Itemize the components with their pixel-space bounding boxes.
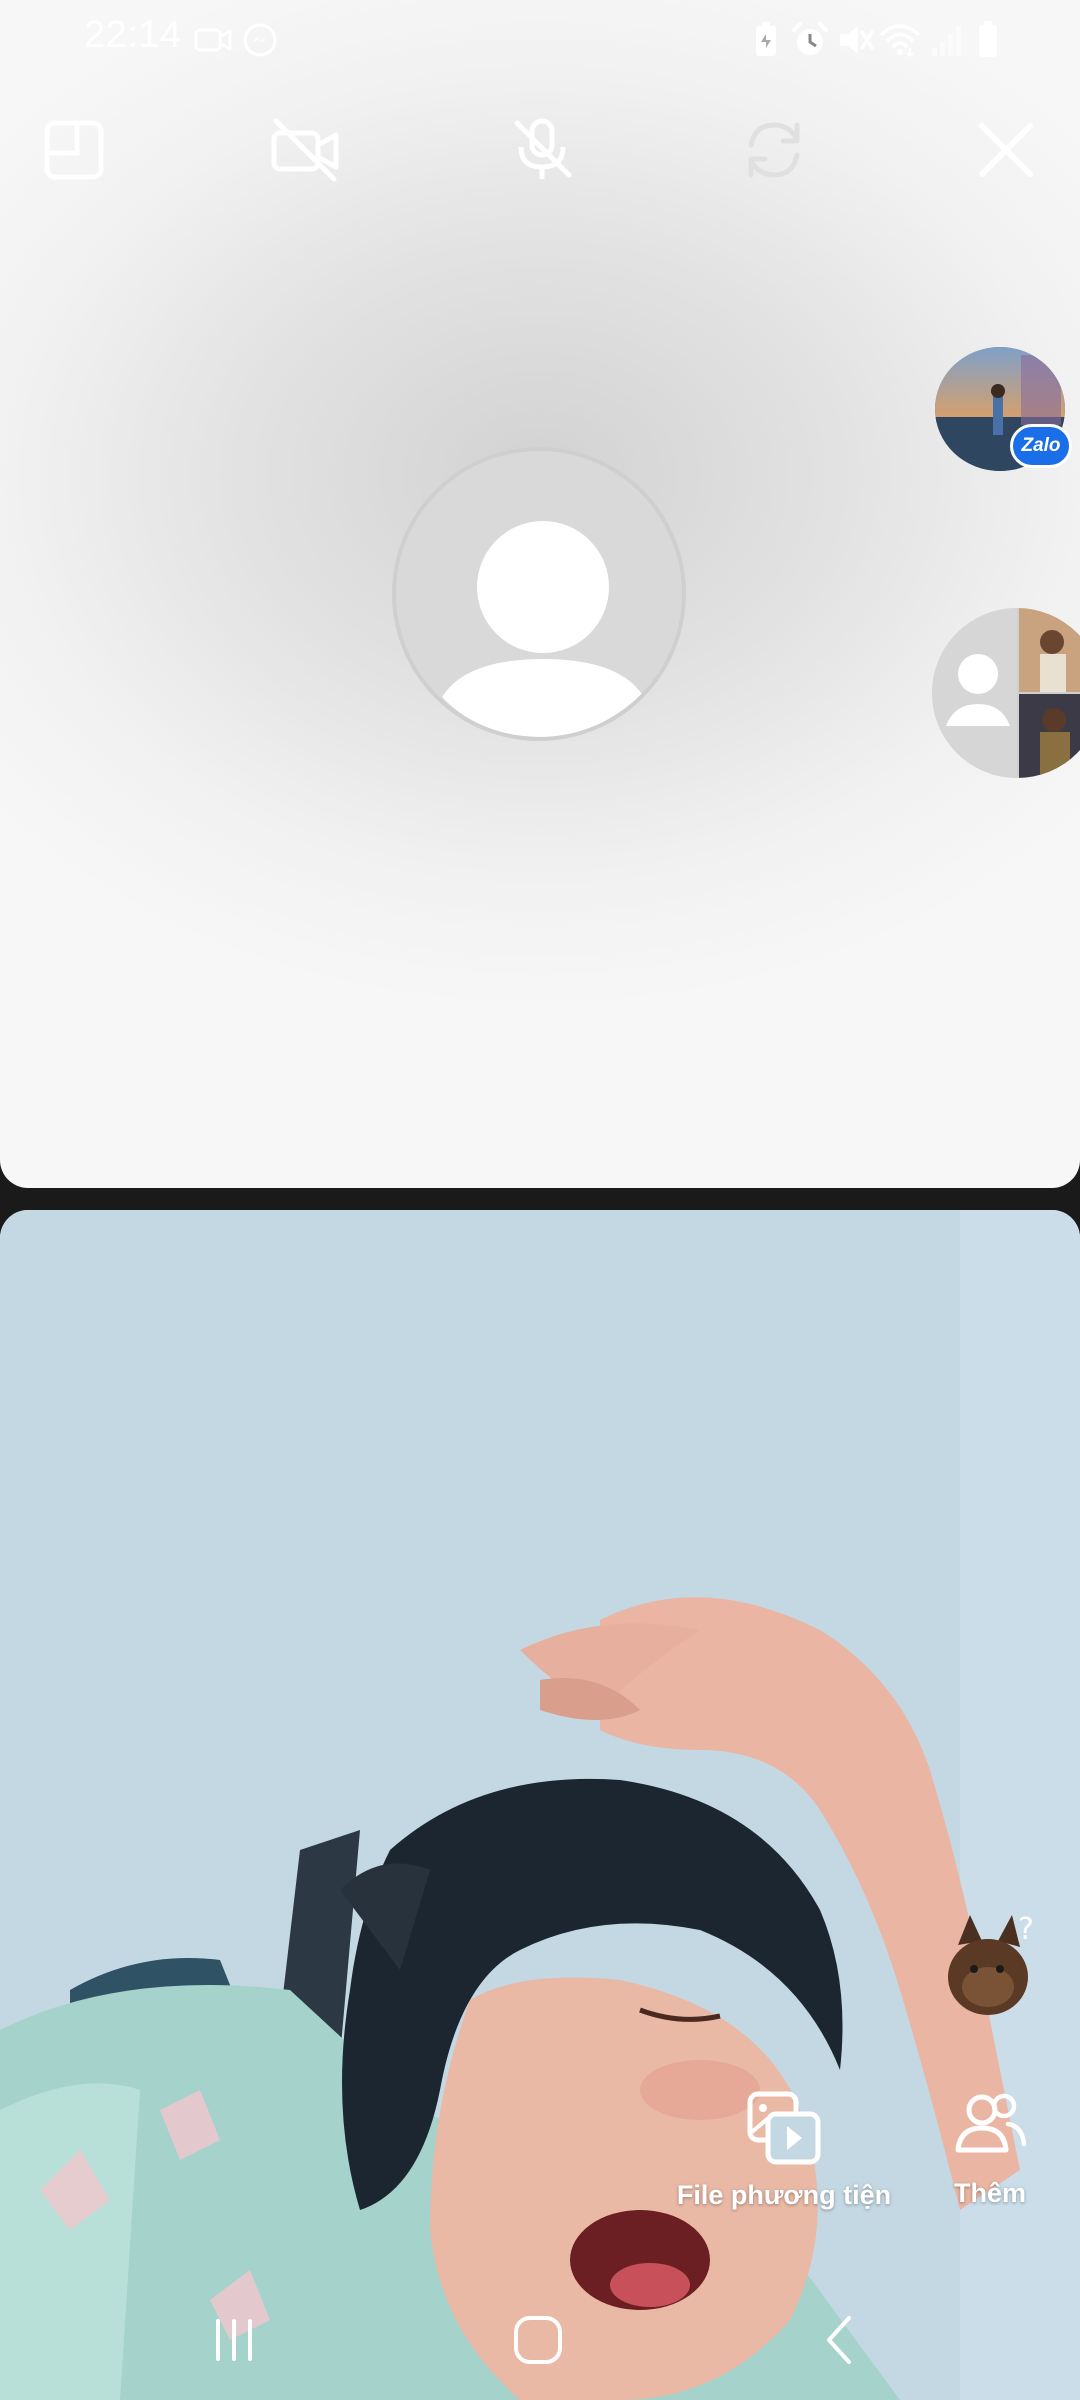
status-bar: 22:14: [0, 0, 1080, 80]
media-files-button[interactable]: File phương tiện: [672, 2090, 896, 2211]
mic-toggle-button[interactable]: [502, 110, 582, 190]
status-time: 22:14: [84, 14, 182, 56]
camera-off-icon: [271, 118, 339, 182]
group-chat-head-icon: [932, 608, 1080, 778]
home-icon: [514, 2316, 562, 2364]
remote-video-panel[interactable]: 22:14 Zalo: [0, 0, 1080, 1188]
home-button[interactable]: [498, 2310, 578, 2370]
switch-camera-button[interactable]: [734, 110, 814, 190]
battery-saver-icon: [756, 22, 776, 56]
messenger-icon: [243, 23, 277, 57]
confused-cat-sticker-icon: ?: [948, 1912, 1034, 2015]
more-label: Thêm: [953, 2178, 1026, 2208]
sticker-question-mark: ?: [1018, 1912, 1034, 1947]
self-video-feed: [0, 1210, 1080, 2400]
minimize-window-button[interactable]: [34, 110, 114, 190]
switch-camera-icon: [748, 122, 800, 178]
remote-avatar: [392, 447, 686, 741]
signal-icon: [932, 26, 961, 56]
media-files-label: File phương tiện: [676, 2180, 892, 2210]
default-user-avatar-icon: [442, 521, 644, 737]
self-video-panel[interactable]: ? File phương tiện Thêm: [0, 1210, 1080, 2400]
end-call-button[interactable]: [966, 110, 1046, 190]
more-button[interactable]: Thêm: [930, 2090, 1050, 2209]
media-files-icon: [747, 2091, 821, 2165]
zalo-badge: Zalo: [1010, 424, 1072, 468]
back-button[interactable]: [800, 2310, 880, 2370]
back-icon: [827, 2316, 851, 2364]
mute-icon: [840, 26, 874, 54]
recents-icon: [216, 2319, 252, 2361]
close-icon: [979, 123, 1033, 177]
chat-head-group[interactable]: [932, 608, 1080, 778]
battery-icon: [979, 21, 997, 57]
camera-toggle-button[interactable]: [266, 110, 346, 190]
mic-off-icon: [514, 118, 572, 179]
video-camera-icon: [194, 28, 232, 52]
recents-button[interactable]: [194, 2310, 274, 2370]
minimize-window-icon: [44, 120, 104, 180]
people-icon: [955, 2093, 1027, 2153]
zalo-badge-label: Zalo: [1021, 435, 1061, 456]
alarm-icon: [792, 22, 828, 55]
wifi-icon: [880, 24, 920, 58]
